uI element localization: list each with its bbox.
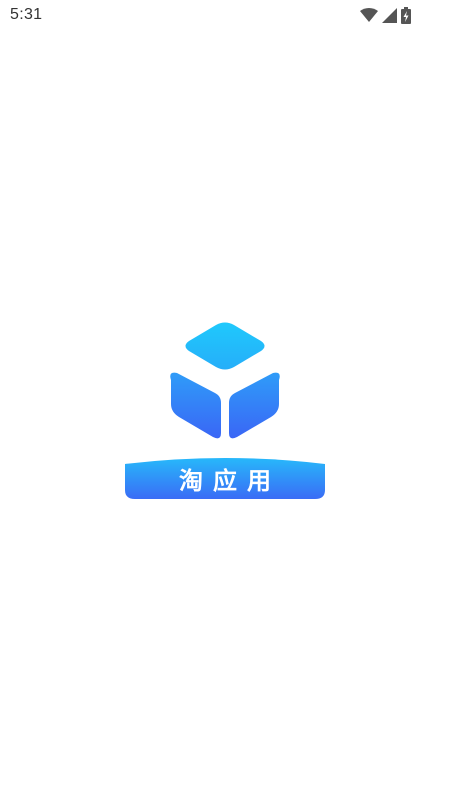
status-bar: 5:31 [0, 0, 450, 30]
wifi-icon [360, 8, 378, 22]
cell-signal-icon [382, 7, 397, 23]
cube-logo-icon [170, 322, 280, 439]
status-time: 5:31 [10, 6, 43, 23]
splash-logo: 淘应用 [120, 318, 330, 508]
app-name: 淘应用 [179, 467, 281, 495]
status-icons [360, 5, 411, 25]
battery-charging-icon [401, 6, 411, 24]
